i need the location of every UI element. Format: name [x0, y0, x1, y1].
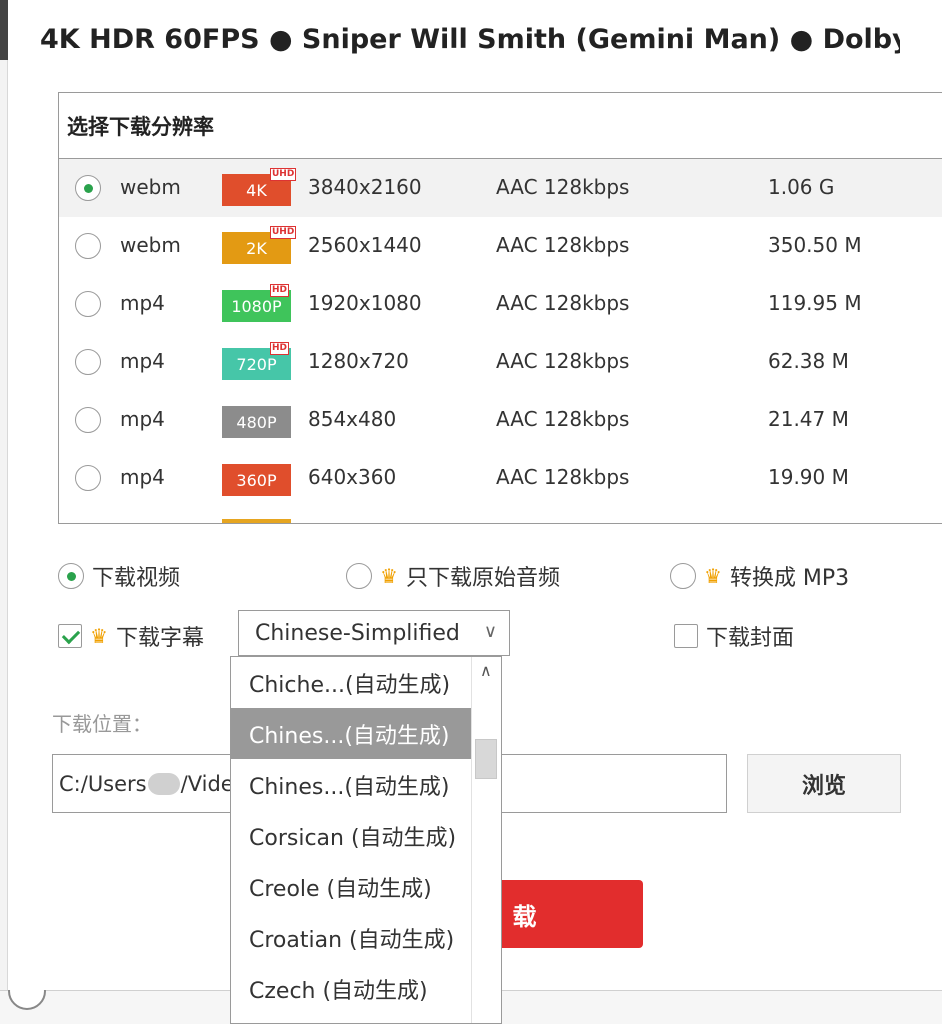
hd-tag: HD [270, 342, 290, 355]
next-quality-badge-peek [222, 519, 291, 523]
audio-label: AAC 128kbps [496, 407, 630, 431]
background-window-corner [0, 0, 8, 60]
audio-label: AAC 128kbps [496, 175, 630, 199]
dimensions-label: 3840x2160 [308, 175, 422, 199]
resolution-header: 选择下载分辨率 [59, 93, 942, 159]
scroll-thumb[interactable] [475, 739, 497, 779]
browse-button[interactable]: 浏览 [747, 754, 901, 813]
audio-label: AAC 128kbps [496, 291, 630, 315]
dropdown-option[interactable]: Corsican (自动生成) [231, 810, 471, 861]
path-suffix: /Vide [180, 771, 234, 796]
resolution-radio[interactable] [75, 465, 101, 491]
crown-icon: ♛ [704, 564, 722, 588]
resolution-radio[interactable] [75, 233, 101, 259]
size-label: 1.06 G [768, 175, 835, 199]
size-label: 19.90 M [768, 465, 849, 489]
audio-only-radio[interactable] [346, 563, 372, 589]
dropdown-scrollbar[interactable]: ∧ [471, 657, 501, 1023]
hd-tag: UHD [270, 226, 297, 239]
resolution-row[interactable]: mp4 720P HD 1280x720 AAC 128kbps 62.38 M [59, 333, 942, 391]
format-label: mp4 [120, 291, 165, 315]
audio-only-option[interactable]: ♛ 只下载原始音频 [346, 560, 560, 592]
resolution-row[interactable]: webm 2K UHD 2560x1440 AAC 128kbps 350.50 M [59, 217, 942, 275]
dropdown-option[interactable]: Croatian (自动生成) [231, 912, 471, 963]
path-prefix: C:/Users [59, 771, 147, 796]
scroll-up-icon[interactable]: ∧ [480, 661, 492, 680]
audio-label: AAC 128kbps [496, 233, 630, 257]
size-label: 350.50 M [768, 233, 862, 257]
hd-tag: UHD [270, 168, 297, 181]
dropdown-option[interactable]: Chines...(自动生成) [231, 708, 471, 759]
resolution-list: 选择下载分辨率 webm 4K UHD 3840x2160 AAC 128kbps 1.0… [58, 92, 942, 524]
download-cover-label: 下载封面 [706, 626, 795, 651]
size-label: 119.95 M [768, 291, 862, 315]
subtitle-language-dropdown: Chiche...(自动生成) Chines...(自动生成) Chines...(… [230, 656, 502, 1024]
dropdown-option[interactable]: Chines...(自动生成) [231, 759, 471, 810]
size-label: 62.38 M [768, 349, 849, 373]
dropdown-option[interactable]: Chiche...(自动生成) [231, 657, 471, 708]
format-label: webm [120, 233, 181, 257]
convert-mp3-radio[interactable] [670, 563, 696, 589]
download-button-label: 载 [512, 902, 537, 931]
crown-icon: ♛ [90, 624, 108, 648]
resolution-radio[interactable] [75, 291, 101, 317]
subtitle-language-select[interactable]: Chinese-Simplified ∨ [238, 610, 510, 656]
convert-mp3-label: 转换成 MP3 [729, 566, 850, 591]
audio-label: AAC 128kbps [496, 465, 630, 489]
redacted-username [147, 772, 180, 795]
quality-badge: 360P [222, 464, 291, 496]
resolution-radio[interactable] [75, 407, 101, 433]
download-location-label: 下载位置： [52, 712, 152, 736]
chevron-down-icon: ∨ [483, 621, 497, 642]
resolution-row[interactable]: webm 4K UHD 3840x2160 AAC 128kbps 1.06 G [59, 159, 942, 217]
dimensions-label: 1280x720 [308, 349, 409, 373]
format-label: mp4 [120, 465, 165, 489]
dimensions-label: 640x360 [308, 465, 397, 489]
download-video-radio[interactable] [58, 563, 84, 589]
audio-only-label: 只下载原始音频 [405, 566, 560, 591]
quality-badge: 480P [222, 406, 291, 438]
convert-mp3-option[interactable]: ♛ 转换成 MP3 [670, 560, 849, 592]
dropdown-option[interactable]: Czech (自动生成) [231, 963, 471, 1014]
dimensions-label: 2560x1440 [308, 233, 422, 257]
resolution-radio[interactable] [75, 349, 101, 375]
download-subtitles-option[interactable]: ♛ 下载字幕 [58, 620, 204, 652]
background-window-edge [0, 0, 8, 1024]
video-title: 4K HDR 60FPS ● Sniper Will Smith (Gemini… [40, 24, 900, 55]
download-video-option[interactable]: 下载视频 [58, 560, 180, 592]
download-video-label: 下载视频 [92, 566, 181, 591]
crown-icon: ♛ [380, 564, 398, 588]
download-cover-checkbox[interactable] [674, 624, 698, 648]
download-subtitles-label: 下载字幕 [115, 626, 204, 651]
format-label: webm [120, 175, 181, 199]
download-cover-option[interactable]: 下载封面 [674, 620, 794, 652]
subtitle-language-value: Chinese-Simplified [255, 620, 460, 646]
resolution-row[interactable]: mp4 1080P HD 1920x1080 AAC 128kbps 119.95 M [59, 275, 942, 333]
format-label: mp4 [120, 407, 165, 431]
dimensions-label: 854x480 [308, 407, 397, 431]
resolution-rows: webm 4K UHD 3840x2160 AAC 128kbps 1.06 Gwebm 2… [59, 159, 942, 507]
resolution-row[interactable]: mp4 360P 640x360 AAC 128kbps 19.90 M [59, 449, 942, 507]
hd-tag: HD [270, 284, 290, 297]
resolution-row[interactable]: mp4 480P 854x480 AAC 128kbps 21.47 M [59, 391, 942, 449]
format-label: mp4 [120, 349, 165, 373]
size-label: 21.47 M [768, 407, 849, 431]
dropdown-options: Chiche...(自动生成) Chines...(自动生成) Chines...(… [231, 657, 501, 1014]
audio-label: AAC 128kbps [496, 349, 630, 373]
resolution-radio[interactable] [75, 175, 101, 201]
dropdown-option[interactable]: Creole (自动生成) [231, 861, 471, 912]
dimensions-label: 1920x1080 [308, 291, 422, 315]
download-subtitles-checkbox[interactable] [58, 624, 82, 648]
